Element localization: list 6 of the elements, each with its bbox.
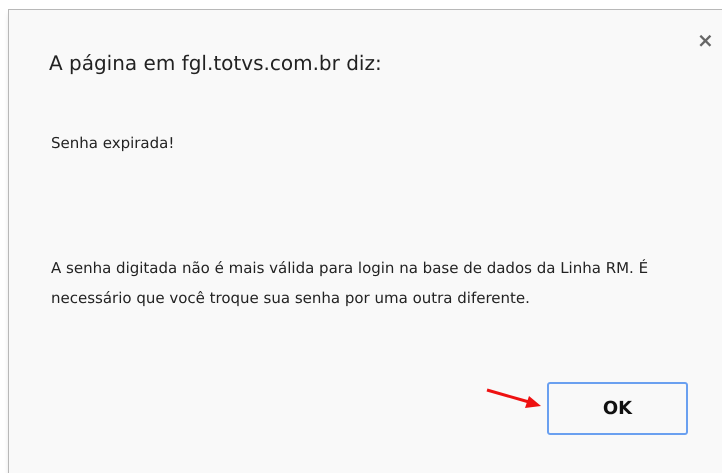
close-button[interactable]: × (697, 30, 714, 50)
message-text: Senha expirada! (51, 133, 174, 154)
dialog-title: A página em fgl.totvs.com.br diz: (49, 50, 382, 77)
detail-text: A senha digitada não é mais válida para login na base de dados da Linha RM. É necessário que você troque sua senha por uma outra diferente. (51, 258, 650, 309)
ok-button[interactable]: OK (547, 382, 688, 435)
arrow-icon (485, 387, 543, 409)
